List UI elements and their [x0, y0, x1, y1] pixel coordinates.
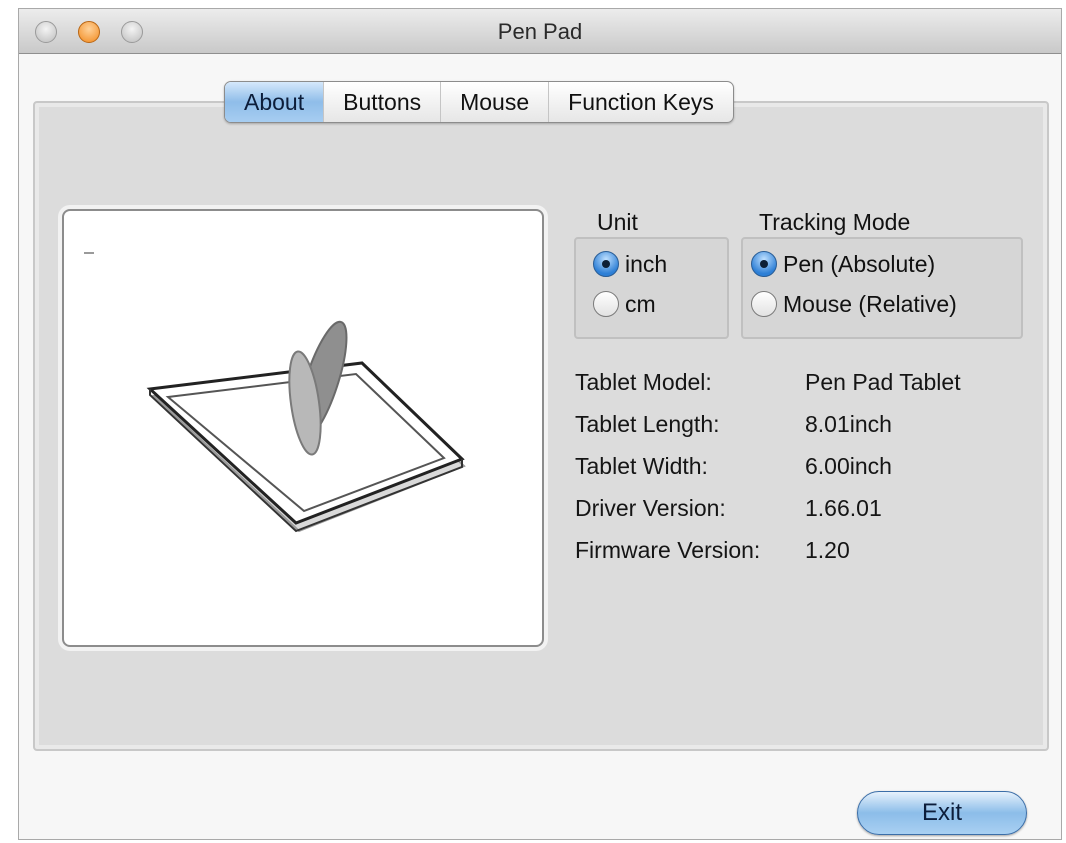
- driver-version-value: 1.66.01: [805, 495, 882, 521]
- unit-option-inch[interactable]: inch: [593, 247, 667, 281]
- window-title: Pen Pad: [497, 19, 583, 44]
- tablet-with-pen-illustration: [84, 252, 466, 533]
- radio-selected-icon[interactable]: [593, 251, 619, 277]
- tablet-preview-panel: [62, 209, 544, 647]
- tablet-width-label: Tablet Width:: [575, 453, 708, 479]
- tracking-option-pen-label: Pen (Absolute): [783, 250, 936, 277]
- tablet-length-label: Tablet Length:: [575, 411, 720, 437]
- radio-unselected-icon[interactable]: [751, 291, 777, 317]
- driver-version-label: Driver Version:: [575, 495, 726, 521]
- title-bar[interactable]: Pen Pad: [19, 9, 1061, 54]
- tab-function-keys[interactable]: Function Keys: [549, 82, 733, 122]
- tab-about[interactable]: About: [225, 82, 325, 122]
- unit-option-cm-label: cm: [625, 290, 656, 317]
- tablet-width-value: 6.00inch: [805, 453, 892, 479]
- tracking-option-mouse[interactable]: Mouse (Relative): [751, 287, 957, 321]
- unit-group-label: Unit: [597, 209, 638, 235]
- pen-pad-window: Pen Pad About Buttons Mouse Function Key…: [18, 8, 1062, 840]
- unit-option-inch-label: inch: [625, 250, 668, 277]
- tracking-option-pen[interactable]: Pen (Absolute): [751, 247, 935, 281]
- radio-unselected-icon[interactable]: [593, 291, 619, 317]
- exit-button[interactable]: Exit: [857, 791, 1027, 835]
- tablet-model-value: Pen Pad Tablet: [805, 369, 961, 395]
- tab-mouse[interactable]: Mouse: [441, 82, 550, 122]
- firmware-version-value: 1.20: [805, 537, 850, 563]
- tracking-mode-group-label: Tracking Mode: [759, 209, 911, 235]
- firmware-version-label: Firmware Version:: [575, 537, 761, 563]
- radio-selected-icon[interactable]: [751, 251, 777, 277]
- tab-bar: About Buttons Mouse Function Keys: [224, 81, 734, 123]
- tab-buttons[interactable]: Buttons: [324, 82, 442, 122]
- tablet-length-value: 8.01inch: [805, 411, 892, 437]
- tracking-option-mouse-label: Mouse (Relative): [783, 290, 957, 317]
- tablet-model-label: Tablet Model:: [575, 369, 712, 395]
- unit-option-cm[interactable]: cm: [593, 287, 656, 321]
